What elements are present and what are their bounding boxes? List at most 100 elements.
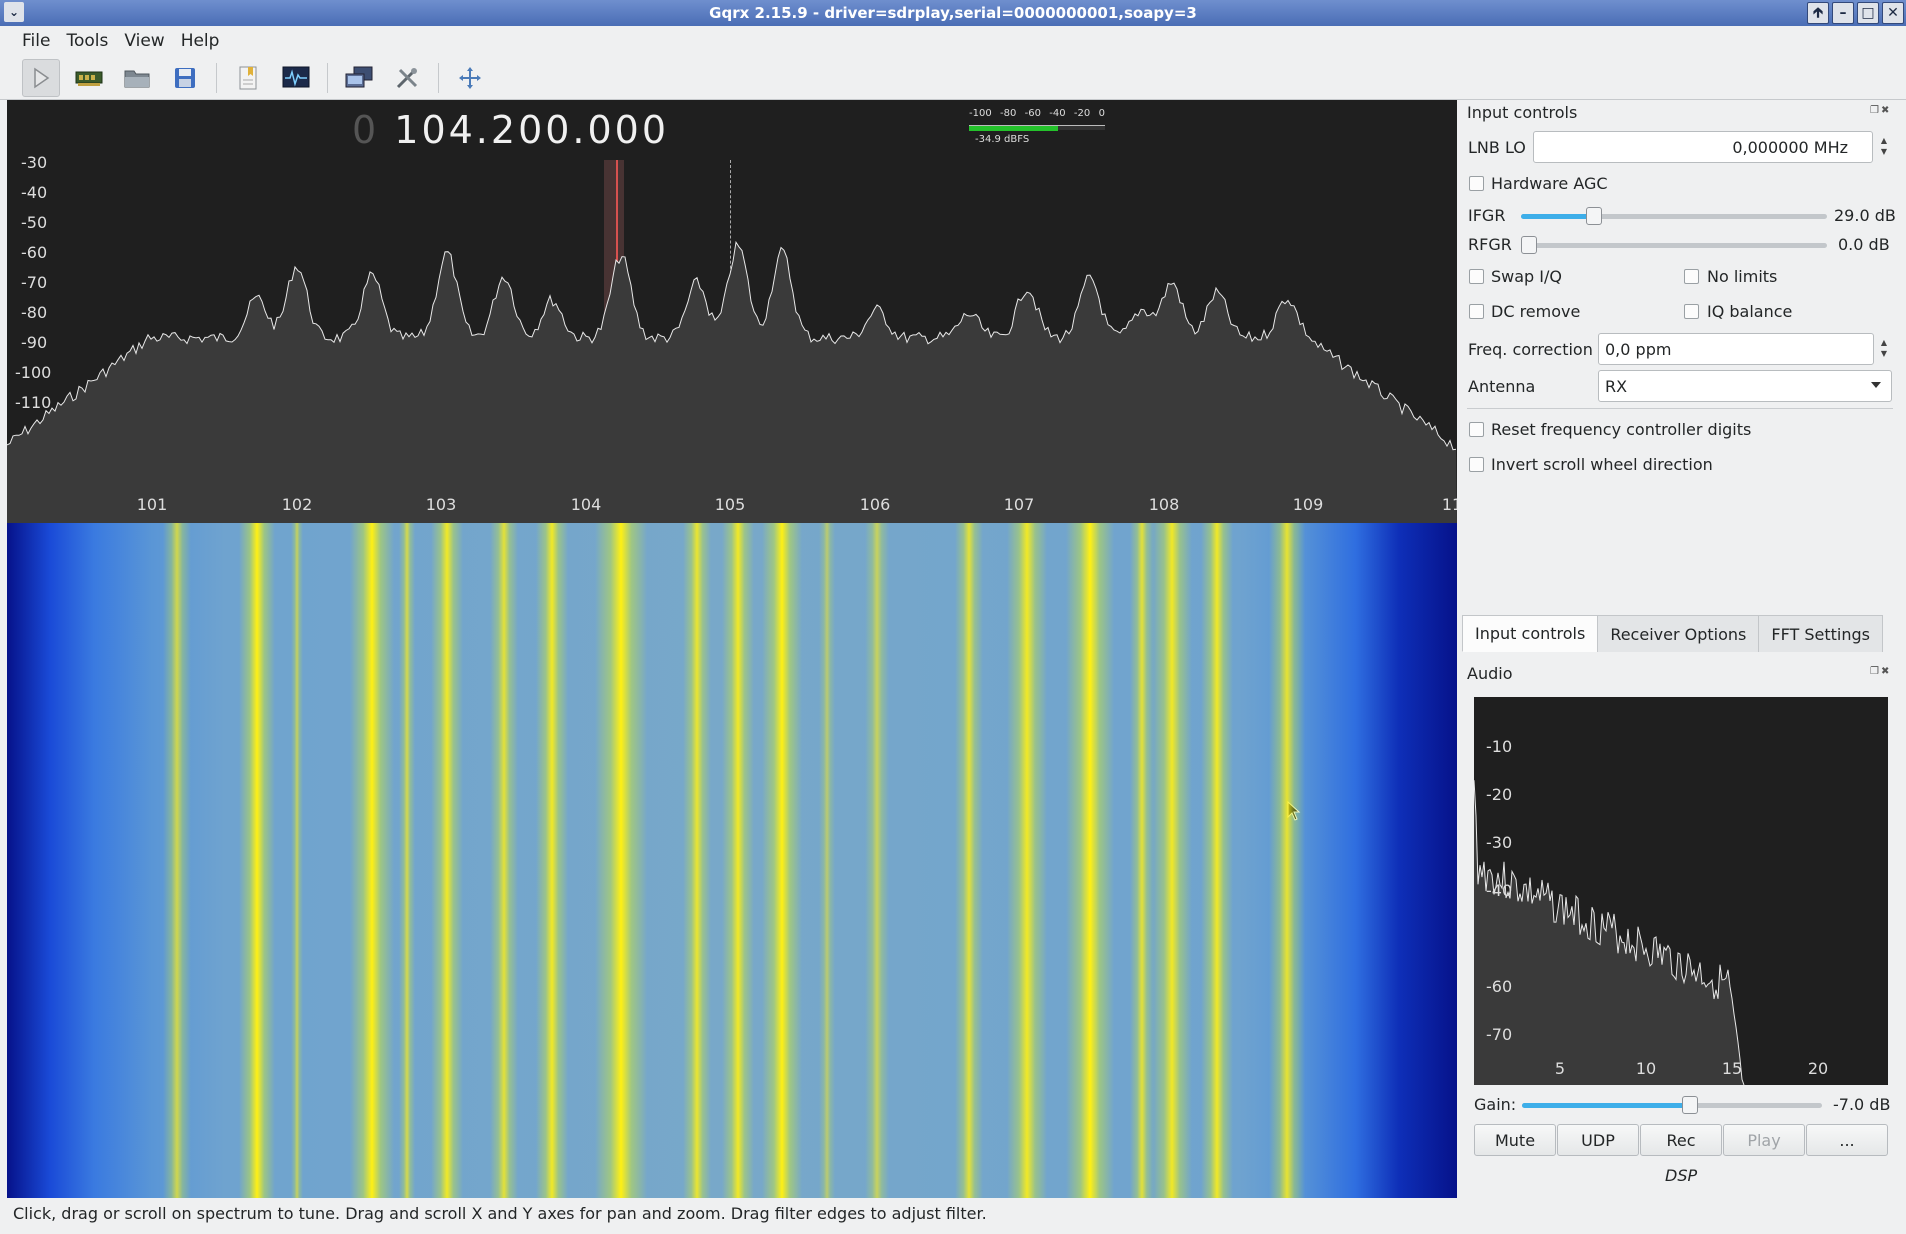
audio-db-tick: -60 bbox=[1486, 977, 1513, 996]
menu-tools[interactable]: Tools bbox=[58, 31, 116, 51]
reset-freq-digits-label: Reset frequency controller digits bbox=[1491, 420, 1752, 439]
remote-control-icon[interactable] bbox=[340, 59, 378, 97]
play-button[interactable]: Play bbox=[1723, 1124, 1805, 1156]
dock-float-close-icons[interactable]: ❐✖ bbox=[1870, 105, 1891, 116]
no-limits-checkbox[interactable] bbox=[1684, 269, 1699, 284]
audio-db-tick: -40 bbox=[1486, 881, 1513, 900]
bookmark-icon[interactable] bbox=[229, 59, 267, 97]
waterfall-signal bbox=[399, 523, 415, 1198]
fullscreen-icon[interactable] bbox=[451, 59, 489, 97]
window-menu-icon[interactable]: ⌄ bbox=[4, 2, 24, 22]
waterfall-signal bbox=[955, 523, 983, 1198]
io-config-icon[interactable] bbox=[277, 59, 315, 97]
tab-label: FFT Settings bbox=[1771, 624, 1870, 644]
waterfall-signal bbox=[722, 523, 754, 1198]
freq-correction-stepper[interactable]: ▲ ▼ bbox=[1877, 337, 1891, 359]
hardware-agc-checkbox[interactable] bbox=[1469, 176, 1484, 191]
tab-fft-settings[interactable]: FFT Settings bbox=[1758, 615, 1883, 652]
swap-iq-checkbox[interactable] bbox=[1469, 269, 1484, 284]
dock-tabbar: Input controls Receiver Options FFT Sett… bbox=[1462, 615, 1883, 652]
audio-db-tick: -30 bbox=[1486, 833, 1513, 852]
tab-label: Input controls bbox=[1475, 624, 1586, 643]
waterfall-signal bbox=[683, 523, 711, 1198]
spectrum-plot[interactable]: 0 104.200.000 -100 -80 -60 -40 -20 0 -34… bbox=[7, 100, 1457, 523]
db-tick: -40 bbox=[21, 183, 48, 202]
no-limits-label: No limits bbox=[1707, 267, 1778, 286]
ifgr-label: IFGR bbox=[1468, 206, 1506, 225]
rfgr-slider[interactable] bbox=[1521, 236, 1827, 254]
toolbar-separator bbox=[327, 62, 328, 93]
pin-icon[interactable]: 🡱 bbox=[1807, 2, 1829, 24]
waterfall-signal bbox=[1130, 523, 1154, 1198]
menu-file[interactable]: File bbox=[14, 31, 58, 51]
freq-correction-input[interactable]: 0,0 ppm bbox=[1598, 333, 1874, 365]
maximize-icon[interactable]: □ bbox=[1857, 2, 1879, 24]
menu-view[interactable]: View bbox=[116, 31, 172, 51]
menu-help[interactable]: Help bbox=[173, 31, 228, 51]
antenna-label: Antenna bbox=[1468, 377, 1536, 396]
antenna-select[interactable]: RX bbox=[1598, 370, 1892, 402]
iq-balance-label: IQ balance bbox=[1707, 302, 1793, 321]
tab-receiver-options[interactable]: Receiver Options bbox=[1597, 615, 1760, 652]
waterfall-signal bbox=[350, 523, 394, 1198]
audio-gain-value: -7.0 dB bbox=[1833, 1095, 1891, 1114]
dc-remove-checkbox[interactable] bbox=[1469, 304, 1484, 319]
udp-button-label: UDP bbox=[1581, 1130, 1615, 1150]
play-button-label: Play bbox=[1747, 1130, 1781, 1150]
minimize-icon[interactable]: – bbox=[1832, 2, 1854, 24]
waterfall-signal bbox=[865, 523, 889, 1198]
ifgr-slider-handle[interactable] bbox=[1586, 207, 1602, 225]
lnb-lo-input[interactable]: 0,000000 MHz bbox=[1533, 131, 1873, 163]
iq-balance-checkbox[interactable] bbox=[1684, 304, 1699, 319]
freq-tick: 109 bbox=[1292, 495, 1324, 514]
db-tick: -90 bbox=[21, 333, 48, 352]
reset-freq-digits-checkbox[interactable] bbox=[1469, 422, 1484, 437]
waterfall-display[interactable] bbox=[7, 523, 1457, 1198]
waterfall-signal bbox=[1066, 523, 1114, 1198]
chevron-down-icon bbox=[1871, 382, 1881, 388]
close-icon[interactable]: ✕ bbox=[1882, 2, 1904, 24]
menubar: File Tools View Help bbox=[0, 26, 1906, 56]
rec-button[interactable]: Rec bbox=[1640, 1124, 1722, 1156]
hardware-icon[interactable] bbox=[70, 59, 108, 97]
audio-gain-slider[interactable] bbox=[1522, 1096, 1822, 1114]
ifgr-value: 29.0 dB bbox=[1834, 206, 1896, 225]
play-icon[interactable] bbox=[22, 58, 60, 97]
status-bar: Click, drag or scroll on spectrum to tun… bbox=[0, 1198, 1906, 1228]
freq-tick: 106 bbox=[859, 495, 891, 514]
db-tick: -50 bbox=[21, 213, 48, 232]
tab-input-controls[interactable]: Input controls bbox=[1462, 615, 1599, 652]
udp-button[interactable]: UDP bbox=[1557, 1124, 1639, 1156]
audio-db-tick: -10 bbox=[1486, 737, 1513, 756]
mute-button[interactable]: Mute bbox=[1474, 1124, 1556, 1156]
db-tick: -60 bbox=[21, 243, 48, 262]
audio-freq-tick: 10 bbox=[1635, 1059, 1657, 1078]
spectrum-fill bbox=[7, 242, 1457, 523]
ifgr-slider-fill bbox=[1521, 214, 1594, 219]
audio-spectrum-trace bbox=[1474, 780, 1745, 1085]
save-icon[interactable] bbox=[166, 59, 204, 97]
window-title: Gqrx 2.15.9 - driver=sdrplay,serial=0000… bbox=[709, 4, 1197, 22]
lnb-lo-stepper[interactable]: ▲ ▼ bbox=[1877, 135, 1891, 157]
audio-gain-label: Gain: bbox=[1474, 1095, 1517, 1114]
rfgr-slider-handle[interactable] bbox=[1521, 236, 1537, 254]
ifgr-slider[interactable] bbox=[1521, 207, 1827, 225]
lnb-lo-value: 0,000000 MHz bbox=[1732, 137, 1848, 157]
open-folder-icon[interactable] bbox=[118, 59, 156, 97]
audio-gain-slider-handle[interactable] bbox=[1682, 1096, 1698, 1114]
freq-tick: 107 bbox=[1003, 495, 1035, 514]
audio-db-tick: -20 bbox=[1486, 785, 1513, 804]
audio-spectrum-fill bbox=[1474, 780, 1744, 1085]
tools-icon[interactable] bbox=[388, 59, 426, 97]
waterfall-signal bbox=[762, 523, 802, 1198]
audio-options-button[interactable]: ... bbox=[1806, 1124, 1888, 1156]
audio-fft-plot[interactable]: -10 -20 -30 -40 -60 -70 5 10 15 20 bbox=[1474, 697, 1888, 1085]
waterfall-signal bbox=[819, 523, 835, 1198]
dsp-label: DSP bbox=[1665, 1166, 1698, 1185]
waterfall-signal bbox=[431, 523, 463, 1198]
invert-scroll-checkbox[interactable] bbox=[1469, 457, 1484, 472]
divider bbox=[1467, 408, 1893, 409]
toolbar-separator bbox=[216, 62, 217, 93]
waterfall-signal bbox=[1007, 523, 1047, 1198]
dock-float-close-icons[interactable]: ❐✖ bbox=[1870, 666, 1891, 677]
